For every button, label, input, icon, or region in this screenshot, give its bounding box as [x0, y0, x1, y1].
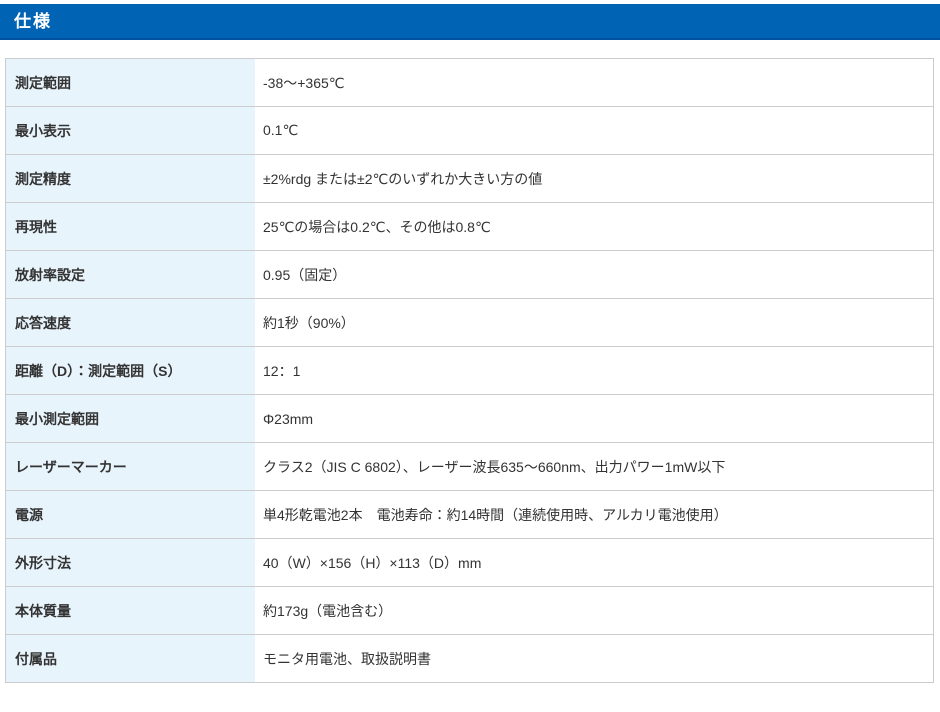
spec-label: 測定範囲 [6, 59, 256, 107]
spec-label: 放射率設定 [6, 251, 256, 299]
table-row: 測定範囲 -38〜+365℃ [6, 59, 934, 107]
page-title: 仕様 [14, 13, 52, 30]
spec-value: -38〜+365℃ [255, 59, 934, 107]
spec-label: 本体質量 [6, 587, 256, 635]
spec-label: 外形寸法 [6, 539, 256, 587]
spec-value: 25℃の場合は0.2℃、その他は0.8℃ [255, 203, 934, 251]
spec-table-container: 測定範囲 -38〜+365℃ 最小表示 0.1℃ 測定精度 ±2%rdg または… [5, 58, 934, 683]
table-row: 電源 単4形乾電池2本 電池寿命：約14時間（連続使用時、アルカリ電池使用） [6, 491, 934, 539]
spec-value: 40（W）×156（H）×113（D）mm [255, 539, 934, 587]
spec-label: 応答速度 [6, 299, 256, 347]
spec-value: ±2%rdg または±2℃のいずれか大きい方の値 [255, 155, 934, 203]
table-row: 最小表示 0.1℃ [6, 107, 934, 155]
table-row: 外形寸法 40（W）×156（H）×113（D）mm [6, 539, 934, 587]
table-row: 距離（D）：測定範囲（S） 12：1 [6, 347, 934, 395]
spec-label: 最小測定範囲 [6, 395, 256, 443]
spec-value: クラス2（JIS C 6802）、レーザー波長635〜660nm、出力パワー1m… [255, 443, 934, 491]
table-row: 付属品 モニタ用電池、取扱説明書 [6, 635, 934, 683]
table-row: 再現性 25℃の場合は0.2℃、その他は0.8℃ [6, 203, 934, 251]
spec-value: 約173g（電池含む） [255, 587, 934, 635]
spec-value: 約1秒（90%） [255, 299, 934, 347]
spec-label: 再現性 [6, 203, 256, 251]
spec-label: 電源 [6, 491, 256, 539]
spec-value: 0.95（固定） [255, 251, 934, 299]
table-row: 本体質量 約173g（電池含む） [6, 587, 934, 635]
table-row: 最小測定範囲 Φ23mm [6, 395, 934, 443]
spec-value: Φ23mm [255, 395, 934, 443]
spec-section-header: 仕様 [0, 4, 940, 40]
table-row: 応答速度 約1秒（90%） [6, 299, 934, 347]
table-row: レーザーマーカー クラス2（JIS C 6802）、レーザー波長635〜660n… [6, 443, 934, 491]
spec-label: レーザーマーカー [6, 443, 256, 491]
spec-label: 距離（D）：測定範囲（S） [6, 347, 256, 395]
spec-value: 0.1℃ [255, 107, 934, 155]
spec-label: 付属品 [6, 635, 256, 683]
table-row: 放射率設定 0.95（固定） [6, 251, 934, 299]
spec-value: 12：1 [255, 347, 934, 395]
spec-table: 測定範囲 -38〜+365℃ 最小表示 0.1℃ 測定精度 ±2%rdg または… [5, 58, 934, 683]
spec-value: モニタ用電池、取扱説明書 [255, 635, 934, 683]
spec-value: 単4形乾電池2本 電池寿命：約14時間（連続使用時、アルカリ電池使用） [255, 491, 934, 539]
table-row: 測定精度 ±2%rdg または±2℃のいずれか大きい方の値 [6, 155, 934, 203]
spec-label: 最小表示 [6, 107, 256, 155]
spec-label: 測定精度 [6, 155, 256, 203]
